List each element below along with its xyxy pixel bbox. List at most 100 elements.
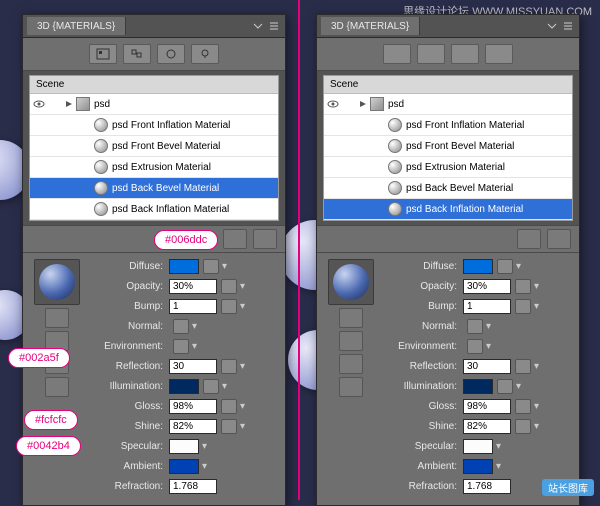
tree-material-row[interactable]: psd Extrusion Material	[324, 157, 572, 178]
tool-button[interactable]	[45, 377, 69, 397]
filter-materials-button[interactable]	[157, 44, 185, 64]
mesh-icon	[370, 97, 384, 111]
material-icon	[94, 139, 108, 153]
texture-menu-icon[interactable]	[515, 399, 531, 414]
tree-material-row[interactable]: psd Back Inflation Material	[30, 199, 278, 220]
gloss-label: Gloss:	[85, 401, 169, 412]
reflection-input[interactable]: 30	[169, 359, 217, 374]
filter-scene-button[interactable]	[89, 44, 117, 64]
filter-materials-button[interactable]	[451, 44, 479, 64]
bump-input[interactable]: 1	[169, 299, 217, 314]
material-icon	[388, 202, 402, 216]
material-preview[interactable]	[34, 259, 80, 305]
texture-menu-icon[interactable]	[515, 359, 531, 374]
texture-menu-icon[interactable]	[467, 319, 483, 334]
material-icon	[94, 181, 108, 195]
illumination-swatch[interactable]	[169, 379, 199, 394]
delete-icon[interactable]	[547, 229, 571, 249]
opacity-input[interactable]: 30%	[169, 279, 217, 294]
tool-button[interactable]	[339, 377, 363, 397]
refraction-input[interactable]: 1.768	[169, 479, 217, 494]
visibility-icon[interactable]	[326, 97, 342, 111]
disclosure-triangle-icon[interactable]	[64, 99, 74, 109]
tree-material-row[interactable]: psd Front Bevel Material	[30, 136, 278, 157]
material-icon	[388, 118, 402, 132]
panel-menu-icon[interactable]	[563, 21, 573, 31]
shine-label: Shine:	[85, 421, 169, 432]
filter-scene-button[interactable]	[383, 44, 411, 64]
refraction-input[interactable]: 1.768	[463, 479, 511, 494]
scene-header[interactable]: Scene	[324, 76, 572, 94]
callout-diffuse-hex: #006ddc	[154, 230, 218, 250]
delete-icon[interactable]	[253, 229, 277, 249]
tree-root-row[interactable]: psd	[30, 94, 278, 115]
ambient-swatch[interactable]	[169, 459, 199, 474]
collapse-icon[interactable]	[253, 21, 263, 31]
normal-label: Normal:	[85, 321, 169, 332]
gloss-input[interactable]: 98%	[463, 399, 511, 414]
tree-material-row[interactable]: psd Extrusion Material	[30, 157, 278, 178]
shine-input[interactable]: 82%	[169, 419, 217, 434]
texture-menu-icon[interactable]	[173, 339, 189, 354]
new-layer-icon[interactable]	[223, 229, 247, 249]
tab-3d-materials[interactable]: 3D {MATERIALS}	[321, 17, 420, 35]
illumination-swatch[interactable]	[463, 379, 493, 394]
visibility-icon[interactable]	[32, 97, 48, 111]
filter-lights-button[interactable]	[191, 44, 219, 64]
texture-menu-icon[interactable]	[497, 379, 513, 394]
texture-menu-icon[interactable]	[221, 299, 237, 314]
opacity-input[interactable]: 30%	[463, 279, 511, 294]
texture-menu-icon[interactable]	[173, 319, 189, 334]
gloss-input[interactable]: 98%	[169, 399, 217, 414]
texture-menu-icon[interactable]	[203, 379, 219, 394]
tab-3d-materials[interactable]: 3D {MATERIALS}	[27, 17, 126, 35]
collapse-icon[interactable]	[547, 21, 557, 31]
disclosure-triangle-icon[interactable]	[358, 99, 368, 109]
tool-button[interactable]	[339, 331, 363, 351]
specular-swatch[interactable]	[463, 439, 493, 454]
texture-menu-icon[interactable]	[221, 399, 237, 414]
tree-material-row-selected[interactable]: psd Back Inflation Material	[324, 199, 572, 220]
tree-material-row[interactable]: psd Front Inflation Material	[30, 115, 278, 136]
material-properties: Diffuse:▾ Opacity:30%▾ Bump:1▾ Normal:▾ …	[317, 253, 579, 505]
opacity-label: Opacity:	[85, 281, 169, 292]
tree-material-row[interactable]: psd Back Bevel Material	[324, 178, 572, 199]
shine-input[interactable]: 82%	[463, 419, 511, 434]
panel-menu-icon[interactable]	[269, 21, 279, 31]
diffuse-swatch[interactable]	[169, 259, 199, 274]
scene-header[interactable]: Scene	[30, 76, 278, 94]
specular-swatch[interactable]	[169, 439, 199, 454]
texture-menu-icon[interactable]	[515, 279, 531, 294]
texture-menu-icon[interactable]	[467, 339, 483, 354]
filter-meshes-button[interactable]	[123, 44, 151, 64]
tree-material-row[interactable]: psd Front Bevel Material	[324, 136, 572, 157]
reflection-input[interactable]: 30	[463, 359, 511, 374]
tree-material-row-selected[interactable]: psd Back Bevel Material	[30, 178, 278, 199]
diffuse-label: Diffuse:	[85, 261, 169, 272]
reflection-label: Reflection:	[85, 361, 169, 372]
bump-label: Bump:	[85, 301, 169, 312]
texture-menu-icon[interactable]	[221, 359, 237, 374]
texture-menu-icon[interactable]	[497, 259, 513, 274]
filter-meshes-button[interactable]	[417, 44, 445, 64]
material-icon	[388, 181, 402, 195]
tree-item-label: psd	[388, 99, 404, 110]
texture-menu-icon[interactable]	[515, 419, 531, 434]
material-preview[interactable]	[328, 259, 374, 305]
bump-input[interactable]: 1	[463, 299, 511, 314]
preset-picker-button[interactable]	[45, 308, 69, 328]
filter-lights-button[interactable]	[485, 44, 513, 64]
panel-toolbar	[317, 38, 579, 71]
tool-button[interactable]	[339, 354, 363, 374]
texture-menu-icon[interactable]	[221, 279, 237, 294]
preset-picker-button[interactable]	[339, 308, 363, 328]
tree-material-row[interactable]: psd Front Inflation Material	[324, 115, 572, 136]
diffuse-swatch[interactable]	[463, 259, 493, 274]
texture-menu-icon[interactable]	[221, 419, 237, 434]
texture-menu-icon[interactable]	[203, 259, 219, 274]
texture-menu-icon[interactable]	[515, 299, 531, 314]
tree-root-row[interactable]: psd	[324, 94, 572, 115]
ambient-swatch[interactable]	[463, 459, 493, 474]
environment-label: Environment:	[85, 341, 169, 352]
new-layer-icon[interactable]	[517, 229, 541, 249]
